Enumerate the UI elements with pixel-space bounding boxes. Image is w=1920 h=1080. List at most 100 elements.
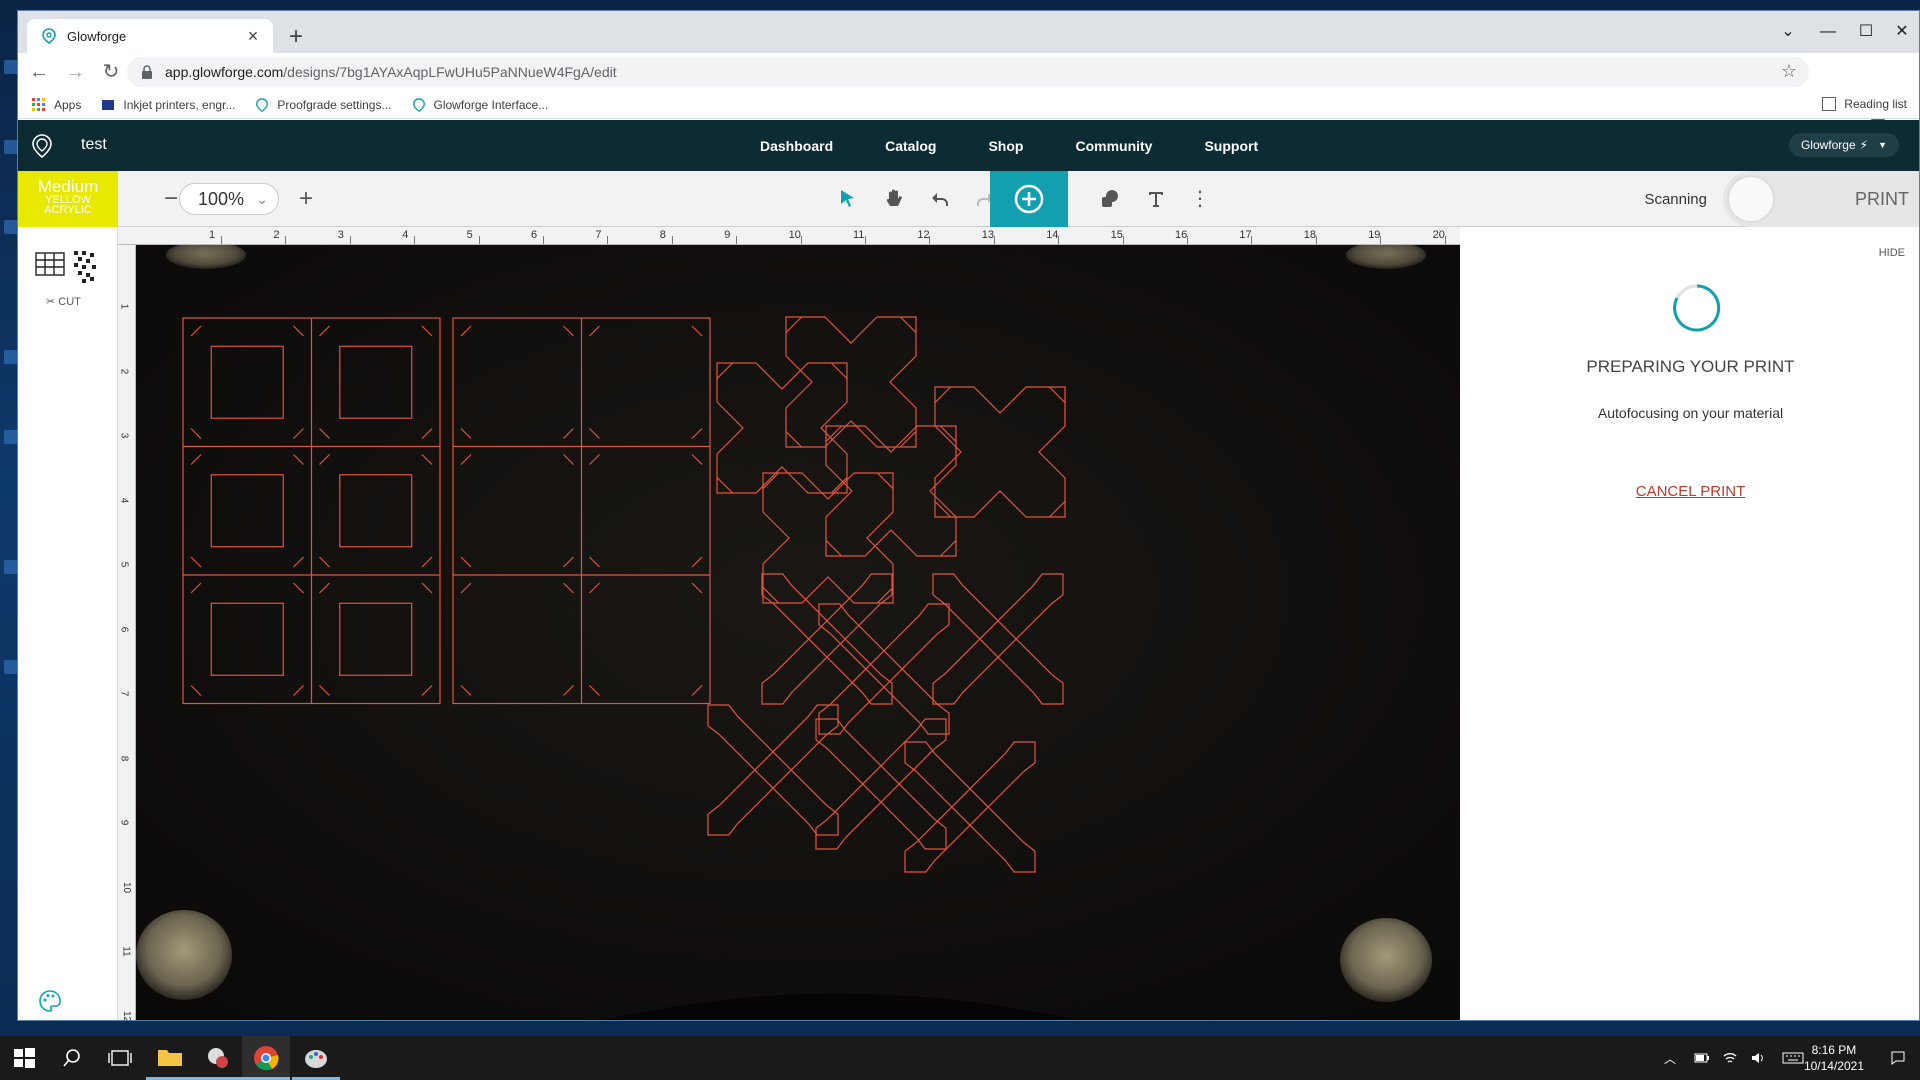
- url-bar[interactable]: app.glowforge.com/designs/7bg1AYAxAqpLFw…: [127, 57, 1809, 87]
- reload-icon[interactable]: ↻: [96, 57, 126, 87]
- hide-panel-button[interactable]: HIDE: [1879, 247, 1905, 259]
- ruler-tick-label: 5: [466, 229, 473, 241]
- desktop-icon[interactable]: [4, 660, 18, 674]
- ruler-tick: [1058, 236, 1060, 244]
- nav-dashboard[interactable]: Dashboard: [760, 138, 833, 154]
- url-host: app.glowforge.com: [165, 64, 284, 80]
- taskbar-explorer[interactable]: [146, 1036, 194, 1080]
- tab-search-icon[interactable]: ⌄: [1773, 19, 1803, 45]
- add-artwork-button[interactable]: [990, 171, 1068, 227]
- text-tool-icon[interactable]: [1144, 187, 1168, 211]
- bed-camera-view[interactable]: [136, 245, 1460, 1021]
- nav-community[interactable]: Community: [1075, 138, 1152, 154]
- windows-start-icon[interactable]: [10, 1044, 38, 1072]
- bed-peg: [1340, 918, 1432, 1002]
- forward-icon[interactable]: →: [60, 57, 90, 87]
- ruler-tick-label: 5: [118, 561, 130, 568]
- account-menu-button[interactable]: Glowforge ⚡ ▼: [1788, 133, 1899, 157]
- ruler-tick: [543, 236, 544, 244]
- close-tab-icon[interactable]: ×: [241, 24, 265, 48]
- ruler-tick: [1251, 236, 1253, 244]
- zoom-select[interactable]: 100% ⌄: [179, 183, 279, 215]
- volume-icon[interactable]: [1750, 1050, 1766, 1066]
- ruler-tick: [221, 236, 222, 244]
- bookmark-proofgrade[interactable]: Proofgrade settings...: [255, 97, 392, 112]
- taskbar-chrome[interactable]: [242, 1036, 290, 1080]
- desktop-icon[interactable]: [4, 430, 18, 444]
- ruler-tick-label: 3: [118, 432, 130, 439]
- reading-list-button[interactable]: Reading list: [1822, 97, 1907, 111]
- undo-icon[interactable]: [928, 187, 952, 211]
- minimize-icon[interactable]: —: [1813, 19, 1843, 45]
- taskbar-app-2[interactable]: [292, 1036, 340, 1080]
- search-icon[interactable]: [58, 1044, 86, 1072]
- palette-icon[interactable]: [38, 989, 62, 1013]
- ruler-tick-label: 11: [120, 946, 132, 957]
- browser-tab[interactable]: Glowforge ×: [27, 19, 273, 53]
- ruler-tick-label: 9: [118, 819, 130, 826]
- ruler-tick-label: 12: [121, 1010, 133, 1021]
- ruler-tick-label: 10: [121, 881, 133, 893]
- bookmarks-bar: Apps Inkjet printers, engr... Proofgrade…: [18, 91, 1919, 119]
- ruler-tick: [865, 236, 866, 244]
- design-canvas[interactable]: [136, 245, 1460, 1021]
- keyboard-icon[interactable]: [1782, 1050, 1804, 1066]
- wifi-icon[interactable]: [1722, 1050, 1738, 1066]
- clock-time: 8:16 PM: [1811, 1043, 1857, 1057]
- nav-catalog[interactable]: Catalog: [885, 138, 936, 154]
- print-button[interactable]: PRINT: [1723, 171, 1919, 227]
- zoom-in-button[interactable]: +: [290, 183, 322, 215]
- ruler-tick-label: 17: [1239, 229, 1252, 241]
- ruler-tick-label: 1: [118, 303, 130, 310]
- lock-icon: [142, 65, 152, 79]
- taskbar-clock[interactable]: 8:16 PM 10/14/2021: [1804, 1042, 1864, 1074]
- tray-chevron-icon[interactable]: ︿: [1664, 1050, 1680, 1066]
- desktop-icon[interactable]: [4, 140, 18, 154]
- glowforge-logo-icon[interactable]: [30, 133, 54, 159]
- ruler-tick-label: 2: [273, 229, 280, 241]
- cut-label: CUT: [58, 296, 81, 308]
- task-view-icon[interactable]: [106, 1044, 134, 1072]
- cancel-print-link[interactable]: CANCEL PRINT: [1460, 483, 1919, 500]
- material-label[interactable]: Medium YELLOW ACRYLIC: [18, 171, 118, 227]
- windows-taskbar: ︿ 8:16 PM 10/14/2021: [0, 1036, 1920, 1080]
- browser-window: Glowforge × + ⌄ — ☐ ✕ ← → ↻ app.glowforg…: [17, 10, 1920, 1021]
- ruler-tick-label: 6: [118, 626, 130, 632]
- bookmark-apps[interactable]: Apps: [32, 97, 81, 112]
- app-icon: [208, 1048, 228, 1068]
- desktop-icon[interactable]: [4, 60, 18, 74]
- bookmark-label: Inkjet printers, engr...: [123, 97, 236, 112]
- select-arrow-icon[interactable]: [836, 187, 860, 211]
- shapes-icon[interactable]: [1098, 187, 1122, 211]
- nav-shop[interactable]: Shop: [988, 138, 1023, 154]
- bookmark-glowforge-interface[interactable]: Glowforge Interface...: [412, 98, 548, 112]
- ruler-tick-label: 4: [118, 497, 130, 503]
- desktop-icon[interactable]: [4, 350, 18, 364]
- bookmark-star-icon[interactable]: ☆: [1781, 61, 1797, 82]
- taskbar-app[interactable]: [194, 1036, 242, 1080]
- cut-operation-label[interactable]: ✂ CUT: [46, 295, 81, 308]
- battery-icon[interactable]: [1694, 1050, 1710, 1066]
- ruler-tick-label: 15: [1110, 229, 1123, 241]
- zoom-value: 100%: [198, 189, 245, 209]
- ruler-tick: [285, 236, 287, 244]
- ruler-vertical: 1 2 3 4 5 6 7 8 9 10 11 12: [118, 245, 136, 1021]
- new-tab-button[interactable]: +: [282, 24, 310, 52]
- design-name[interactable]: test: [81, 136, 107, 154]
- bookmark-inkjet[interactable]: Inkjet printers, engr...: [101, 98, 235, 112]
- ruler-tick: [607, 236, 609, 244]
- design-thumbnails[interactable]: [34, 247, 104, 287]
- glowforge-favicon-icon: [256, 97, 269, 112]
- nav-support[interactable]: Support: [1204, 138, 1258, 154]
- notifications-icon[interactable]: [1890, 1050, 1906, 1066]
- desktop-icon[interactable]: [4, 220, 18, 234]
- desktop-icon[interactable]: [4, 560, 18, 574]
- maximize-icon[interactable]: ☐: [1851, 19, 1881, 45]
- back-icon[interactable]: ←: [24, 57, 54, 87]
- ruler-tick: [1122, 236, 1124, 244]
- close-window-icon[interactable]: ✕: [1887, 19, 1917, 45]
- ruler-tick: [349, 236, 351, 244]
- more-tools-icon[interactable]: ⋮: [1184, 183, 1216, 215]
- pan-hand-icon[interactable]: [882, 187, 906, 211]
- ruler-tick-label: 20: [1432, 229, 1445, 241]
